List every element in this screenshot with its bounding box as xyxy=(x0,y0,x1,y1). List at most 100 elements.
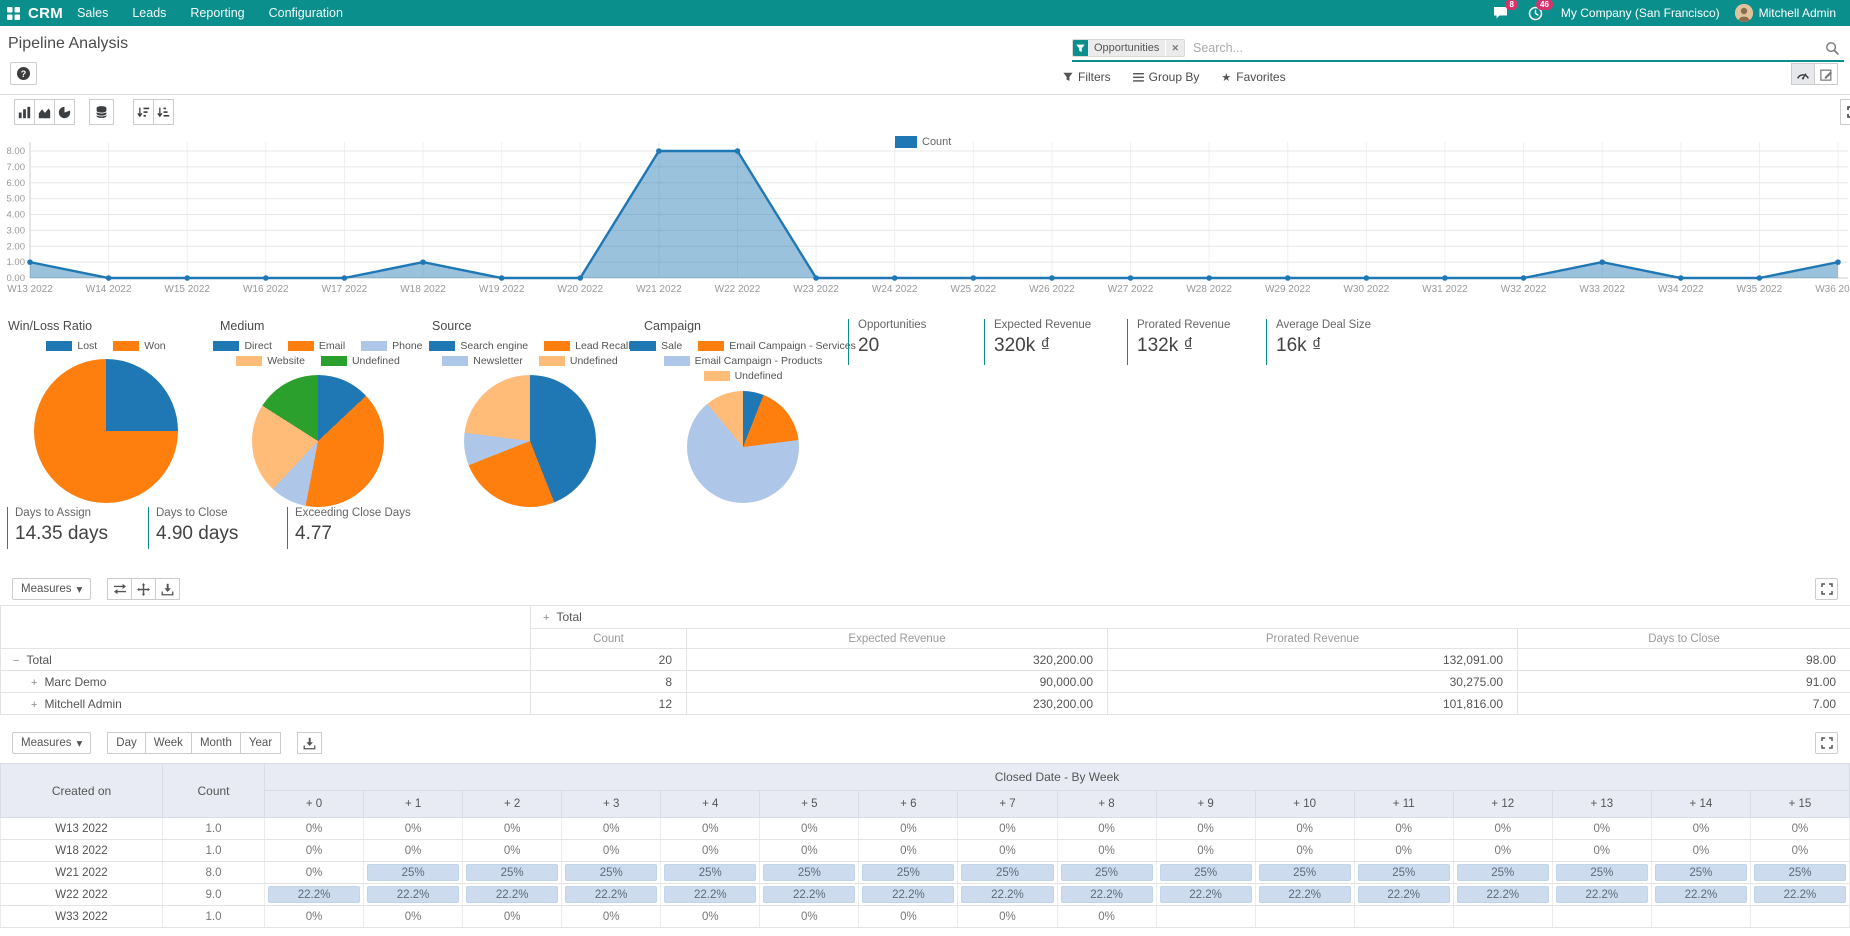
cohort-cell: 0% xyxy=(1453,818,1552,840)
pivot-measure-header[interactable]: Days to Close xyxy=(1518,629,1850,649)
cohort-cell-highlight: 25% xyxy=(466,864,558,881)
x-tick-label: W20 2022 xyxy=(557,284,603,295)
favorites-button[interactable]: ★ Favorites xyxy=(1221,70,1285,84)
y-tick-label: 6.00 xyxy=(7,178,26,189)
legend-item[interactable]: Won xyxy=(113,340,165,352)
interval-button-year[interactable]: Year xyxy=(240,732,281,754)
measures-label: Measures xyxy=(21,737,72,749)
legend-swatch xyxy=(698,341,724,351)
legend-item[interactable]: Undefined xyxy=(539,355,618,367)
cohort-cell: 0% xyxy=(562,840,661,862)
chart-point xyxy=(1442,275,1448,281)
activities-button[interactable]: 46 xyxy=(1526,4,1546,22)
bar-chart-button[interactable] xyxy=(14,99,35,125)
cohort-measures-button[interactable]: Measures ▾ xyxy=(12,732,91,754)
x-tick-label: W22 2022 xyxy=(715,284,761,295)
cohort-fullscreen-button[interactable] xyxy=(1815,732,1838,754)
legend-item[interactable]: Email Campaign - Products xyxy=(664,355,823,367)
cohort-cell: 0% xyxy=(364,906,463,928)
cohort-section: Measures ▾ DayWeekMonthYear Created onCo… xyxy=(0,730,1850,936)
legend-item[interactable]: Phone xyxy=(361,340,422,352)
minus-icon: − xyxy=(13,655,19,667)
cohort-cell: 0% xyxy=(661,818,760,840)
nav-menu-configuration[interactable]: Configuration xyxy=(269,6,343,20)
legend-item[interactable]: Email xyxy=(288,340,345,352)
legend-label: Direct xyxy=(244,340,271,352)
pivot-row-label[interactable]: +Mitchell Admin xyxy=(1,693,531,715)
facet-remove-icon[interactable]: ✕ xyxy=(1165,40,1184,56)
legend-item[interactable]: Website xyxy=(236,355,305,367)
interval-button-week[interactable]: Week xyxy=(145,732,192,754)
legend-item[interactable]: Lead Recall xyxy=(544,340,630,352)
legend-item[interactable]: Lost xyxy=(46,340,97,352)
cohort-cell: 0% xyxy=(1750,840,1849,862)
dashboard-view-button[interactable] xyxy=(1791,63,1815,85)
search-icon[interactable] xyxy=(1825,41,1840,56)
nav-menu-sales[interactable]: Sales xyxy=(77,6,108,20)
cohort-cell-highlight: 25% xyxy=(565,864,657,881)
pivot-measures-button[interactable]: Measures ▾ xyxy=(12,578,91,600)
legend-item[interactable]: Undefined xyxy=(704,370,783,382)
cohort-period-header: + 6 xyxy=(859,791,958,818)
legend-swatch xyxy=(429,341,455,351)
cohort-row-label[interactable]: W33 2022 xyxy=(1,906,163,928)
expand-all-button[interactable] xyxy=(131,578,156,600)
cohort-row-label[interactable]: W13 2022 xyxy=(1,818,163,840)
pivot-measure-header[interactable]: Expected Revenue xyxy=(687,629,1108,649)
legend-label: Website xyxy=(267,355,305,367)
apps-menu-icon[interactable] xyxy=(0,0,26,26)
filters-button[interactable]: Filters xyxy=(1063,70,1111,84)
messages-badge: 8 xyxy=(1505,0,1517,10)
sort-ascending-button[interactable] xyxy=(153,99,174,125)
cohort-cell: 0% xyxy=(265,818,364,840)
chart-legend-item[interactable]: Count xyxy=(895,136,951,148)
flip-axis-button[interactable] xyxy=(107,578,132,600)
legend-swatch xyxy=(46,341,72,351)
interval-button-day[interactable]: Day xyxy=(107,732,145,754)
cohort-cell: 25% xyxy=(1651,862,1750,884)
company-switcher[interactable]: My Company (San Francisco) xyxy=(1561,6,1720,20)
legend-item[interactable]: Newsletter xyxy=(442,355,523,367)
nav-menu-leads[interactable]: Leads xyxy=(132,6,166,20)
download-button[interactable] xyxy=(297,732,322,754)
messages-button[interactable]: 8 xyxy=(1491,4,1511,22)
interval-button-month[interactable]: Month xyxy=(191,732,241,754)
stacked-button[interactable] xyxy=(89,99,114,125)
pie-legend-row: Website Undefined xyxy=(212,355,424,367)
cohort-cell: 0% xyxy=(958,906,1057,928)
legend-item[interactable]: Email Campaign - Services xyxy=(698,340,856,352)
legend-item[interactable]: Direct xyxy=(213,340,271,352)
graph-fullscreen-button[interactable] xyxy=(1840,99,1850,125)
filter-funnel-icon xyxy=(1073,40,1088,56)
legend-swatch xyxy=(539,356,565,366)
chart-point xyxy=(1128,275,1134,281)
x-tick-label: W24 2022 xyxy=(872,284,918,295)
group-by-button[interactable]: Group By xyxy=(1133,70,1200,84)
pivot-group-header[interactable]: +Total xyxy=(531,606,1850,629)
pivot-measure-header[interactable]: Prorated Revenue xyxy=(1108,629,1518,649)
nav-menu-reporting[interactable]: Reporting xyxy=(190,6,244,20)
pie-chart-button[interactable] xyxy=(54,99,75,125)
legend-item[interactable]: Sale xyxy=(630,340,682,352)
cohort-cell-highlight: 22.2% xyxy=(1358,886,1450,903)
cohort-row-label[interactable]: W18 2022 xyxy=(1,840,163,862)
pivot-row-label[interactable]: +Marc Demo xyxy=(1,671,531,693)
search-input[interactable] xyxy=(1185,41,1825,55)
cohort-row-label[interactable]: W22 2022 xyxy=(1,884,163,906)
legend-item[interactable]: Undefined xyxy=(321,355,400,367)
cohort-row-label[interactable]: W21 2022 xyxy=(1,862,163,884)
download-button[interactable] xyxy=(155,578,180,600)
cohort-cell-highlight: 25% xyxy=(763,864,855,881)
user-menu[interactable]: Mitchell Admin xyxy=(1735,4,1836,22)
edit-view-button[interactable] xyxy=(1814,63,1838,85)
pivot-fullscreen-button[interactable] xyxy=(1815,578,1838,600)
sort-descending-button[interactable] xyxy=(133,99,154,125)
pivot-row-label[interactable]: −Total xyxy=(1,649,531,671)
pivot-measure-header[interactable]: Count xyxy=(531,629,687,649)
line-chart-button[interactable] xyxy=(34,99,55,125)
app-title[interactable]: CRM xyxy=(28,5,63,22)
help-button[interactable]: ? xyxy=(10,62,37,85)
cohort-cell xyxy=(1156,906,1255,928)
legend-item[interactable]: Search engine xyxy=(429,340,528,352)
search-facet[interactable]: Opportunities ✕ xyxy=(1072,39,1185,57)
